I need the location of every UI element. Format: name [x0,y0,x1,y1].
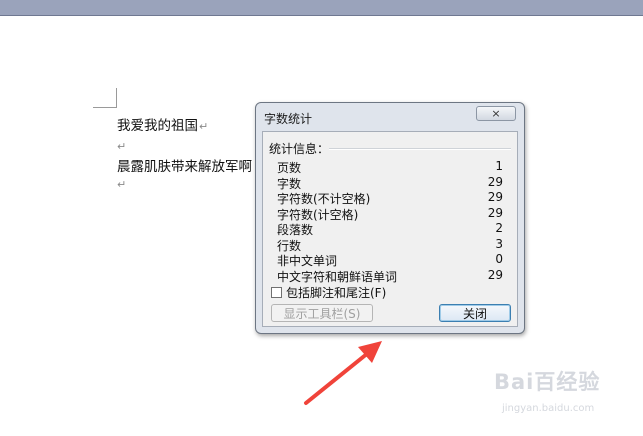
document-line-2[interactable]: 晨露肌肤带来解放军啊 [117,155,252,175]
stat-label: 中文字符和朝鲜语单词 [277,269,398,284]
stat-row-pages: 页数 1 [277,159,503,175]
show-toolbar-button[interactable]: 显示工具栏(S) [271,304,373,322]
dialog-title: 字数统计 [264,112,313,126]
stats-list: 页数 1 字数 29 字符数(不计空格) 29 字符数(计空格) 29 段落数 … [277,159,503,284]
baidu-watermark: Bai百经验 jingyan.baidu.com [494,366,634,418]
stat-row-chars-with-spaces: 字符数(计空格) 29 [277,206,503,222]
document-line-text: 晨露肌肤带来解放军啊 [117,159,252,175]
red-arrow-icon [304,341,382,405]
stat-row-words: 字数 29 [277,175,503,191]
stat-row-lines: 行数 3 [277,237,503,253]
stat-value: 2 [495,221,503,235]
close-button[interactable]: 关闭 [439,304,511,322]
stat-row-chars-no-spaces: 字符数(不计空格) 29 [277,190,503,206]
paragraph-mark-icon: ↵ [117,140,127,153]
margin-corner-marker-h [93,107,117,108]
stat-label: 字符数(计空格) [277,207,359,222]
stat-label: 字符数(不计空格) [277,192,371,206]
paragraph-mark-icon: ↵ [199,120,209,133]
stat-row-paragraphs: 段落数 2 [277,221,503,237]
stat-value: 0 [495,252,503,266]
stat-value: 29 [487,267,503,282]
stat-value: 3 [495,236,503,251]
word-count-dialog: 字数统计 × 统计信息： 页数 1 字数 29 字符数(不计空格) 29 字符数… [255,102,525,334]
stat-value: 29 [487,174,503,189]
stat-row-non-chinese-words: 非中文单词 0 [277,252,503,268]
watermark-logo: Bai百经验 [494,370,601,394]
dialog-body: 统计信息： 页数 1 字数 29 字符数(不计空格) 29 字符数(计空格) 2… [262,131,518,327]
include-footnotes-label: 包括脚注和尾注(F) [286,286,387,300]
paragraph-mark-icon: ↵ [117,178,127,191]
document-line-text: 我爱我的祖国 [117,118,198,134]
stat-value: 29 [487,190,503,204]
stat-label: 字数 [277,176,302,191]
group-divider [329,148,511,150]
stat-label: 页数 [277,161,302,175]
window-top-bar [0,0,643,16]
include-footnotes-checkbox[interactable] [271,287,282,298]
close-icon[interactable]: × [476,106,516,121]
watermark-url: jingyan.baidu.com [502,403,595,414]
stat-value: 29 [487,205,503,220]
stat-value: 1 [495,159,503,173]
stat-label: 行数 [277,238,302,253]
stats-group-label: 统计信息： [269,142,330,156]
stat-label: 段落数 [277,223,314,237]
margin-corner-marker [116,88,117,108]
stat-row-asian-chars: 中文字符和朝鲜语单词 29 [277,268,503,284]
stat-label: 非中文单词 [277,254,338,268]
document-line-1[interactable]: 我爱我的祖国↵ [117,114,208,134]
include-footnotes-option[interactable]: 包括脚注和尾注(F) [271,284,386,301]
